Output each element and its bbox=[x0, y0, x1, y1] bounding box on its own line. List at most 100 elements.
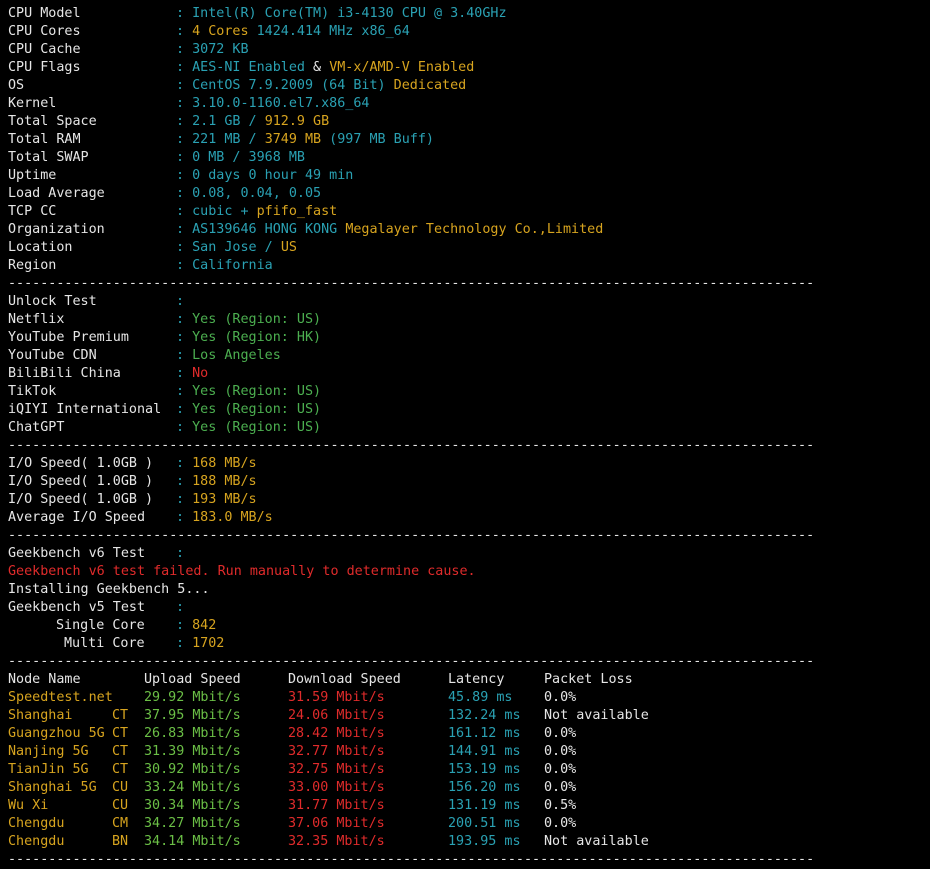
colon: : bbox=[176, 510, 193, 525]
value-part: Yes (Region: US) bbox=[192, 402, 322, 417]
isp-code: CM bbox=[112, 816, 129, 831]
node-name: Chengdu bbox=[8, 816, 65, 831]
upload-speed: 34.14 Mbit/s bbox=[144, 834, 241, 849]
row-value: : Yes (Region: US) bbox=[176, 383, 321, 401]
packet-loss: 0.0% bbox=[544, 690, 577, 705]
value-part: 0 MB / 3968 MB bbox=[192, 150, 305, 165]
node-name: Shanghai 5G bbox=[8, 780, 97, 795]
latency: 161.12 ms bbox=[448, 726, 521, 741]
row-value: : No bbox=[176, 365, 208, 383]
row-value: : Yes (Region: US) bbox=[176, 311, 321, 329]
row-value: : San Jose / US bbox=[176, 239, 297, 257]
value-part: 183.0 MB/s bbox=[192, 510, 273, 525]
value-part: California bbox=[192, 258, 273, 273]
colon: : bbox=[176, 600, 193, 615]
download-speed: 31.59 Mbit/s bbox=[288, 690, 385, 705]
row-label: Location bbox=[8, 240, 73, 255]
isp-code: CT bbox=[112, 708, 129, 723]
row-label: YouTube Premium bbox=[8, 330, 129, 345]
value-part: CentOS 7.9.2009 (64 Bit) bbox=[192, 78, 394, 93]
row-label: I/O Speed( 1.0GB ) bbox=[8, 492, 154, 507]
latency: 144.91 ms bbox=[448, 744, 521, 759]
column-header: Packet Loss bbox=[544, 672, 633, 687]
latency: 193.95 ms bbox=[448, 834, 521, 849]
node-name: Shanghai bbox=[8, 708, 73, 723]
isp-code: CT bbox=[112, 726, 129, 741]
column-header: Download Speed bbox=[288, 672, 401, 687]
packet-loss: 0.0% bbox=[544, 744, 577, 759]
colon: : bbox=[176, 204, 193, 219]
latency: 132.24 ms bbox=[448, 708, 521, 723]
value-part: 3.10.0-1160.el7.x86_64 bbox=[192, 96, 370, 111]
value-part: Yes (Region: HK) bbox=[192, 330, 322, 345]
column-header: Upload Speed bbox=[144, 672, 241, 687]
download-speed: 28.42 Mbit/s bbox=[288, 726, 385, 741]
upload-speed: 37.95 Mbit/s bbox=[144, 708, 241, 723]
row-value: : Yes (Region: US) bbox=[176, 401, 321, 419]
row-label: Geekbench v5 Test bbox=[8, 600, 146, 615]
row-value: : 3.10.0-1160.el7.x86_64 bbox=[176, 95, 370, 113]
value-part: Los Angeles bbox=[192, 348, 281, 363]
value-part: Intel(R) Core(TM) i3-4130 CPU @ 3.40GHz bbox=[192, 6, 507, 21]
colon: : bbox=[176, 24, 193, 39]
value-part: & bbox=[305, 60, 330, 75]
packet-loss: 0.0% bbox=[544, 726, 577, 741]
separator-line: ----------------------------------------… bbox=[8, 653, 814, 671]
upload-speed: 29.92 Mbit/s bbox=[144, 690, 241, 705]
isp-code: CU bbox=[112, 780, 129, 795]
colon: : bbox=[176, 42, 193, 57]
row-value: : AES-NI Enabled & VM-x/AMD-V Enabled bbox=[176, 59, 474, 77]
colon: : bbox=[176, 420, 193, 435]
download-speed: 37.06 Mbit/s bbox=[288, 816, 385, 831]
multi-core-label: Multi Core bbox=[64, 636, 145, 651]
row-label: CPU Model bbox=[8, 6, 81, 21]
row-value: : 4 Cores 1424.414 MHz x86_64 bbox=[176, 23, 410, 41]
row-label: Region bbox=[8, 258, 57, 273]
value-part: AES-NI Enabled bbox=[192, 60, 305, 75]
terminal-window: CPU Model: Intel(R) Core(TM) i3-4130 CPU… bbox=[0, 0, 930, 869]
value-part: 4 Cores bbox=[192, 24, 257, 39]
latency: 153.19 ms bbox=[448, 762, 521, 777]
row-value: : 193 MB/s bbox=[176, 491, 257, 509]
column-header: Latency bbox=[448, 672, 505, 687]
row-value: : 3072 KB bbox=[176, 41, 249, 59]
colon: : 1702 bbox=[176, 636, 225, 651]
colon: : bbox=[176, 168, 193, 183]
row-label: Unlock Test bbox=[8, 294, 97, 309]
value-part: Megalayer Technology Co.,Limited bbox=[345, 222, 604, 237]
row-label: Geekbench v6 Test bbox=[8, 546, 146, 561]
packet-loss: 0.0% bbox=[544, 762, 577, 777]
row-label: I/O Speed( 1.0GB ) bbox=[8, 474, 154, 489]
row-value: : California bbox=[176, 257, 273, 275]
node-name: Wu Xi bbox=[8, 798, 49, 813]
separator-line: ----------------------------------------… bbox=[8, 437, 814, 455]
download-speed: 32.75 Mbit/s bbox=[288, 762, 385, 777]
row-value: : CentOS 7.9.2009 (64 Bit) Dedicated bbox=[176, 77, 466, 95]
latency: 131.19 ms bbox=[448, 798, 521, 813]
node-name: Speedtest.net bbox=[8, 690, 113, 705]
node-name: Guangzhou 5G bbox=[8, 726, 105, 741]
row-value: : Intel(R) Core(TM) i3-4130 CPU @ 3.40GH… bbox=[176, 5, 507, 23]
value-part: Yes (Region: US) bbox=[192, 384, 322, 399]
isp-code: CU bbox=[112, 798, 129, 813]
separator-text: ----------------------------------------… bbox=[8, 276, 815, 291]
installing-text: Installing Geekbench 5... bbox=[8, 582, 210, 597]
separator-text: ----------------------------------------… bbox=[8, 528, 815, 543]
colon: : bbox=[176, 384, 193, 399]
colon: : bbox=[176, 474, 193, 489]
node-name: TianJin 5G bbox=[8, 762, 89, 777]
row-value: : bbox=[176, 293, 192, 311]
download-speed: 33.00 Mbit/s bbox=[288, 780, 385, 795]
colon: : bbox=[176, 222, 193, 237]
latency: 45.89 ms bbox=[448, 690, 513, 705]
value-part: 1424.414 MHz x86_64 bbox=[256, 24, 410, 39]
row-value: : Los Angeles bbox=[176, 347, 281, 365]
colon: : bbox=[176, 546, 193, 561]
value-part: 188 MB/s bbox=[192, 474, 257, 489]
row-value: : bbox=[176, 599, 192, 617]
row-label: Organization bbox=[8, 222, 105, 237]
isp-code: CT bbox=[112, 762, 129, 777]
value-part: Yes (Region: US) bbox=[192, 312, 322, 327]
separator-text: ----------------------------------------… bbox=[8, 438, 815, 453]
row-value: : 2.1 GB / 912.9 GB bbox=[176, 113, 329, 131]
